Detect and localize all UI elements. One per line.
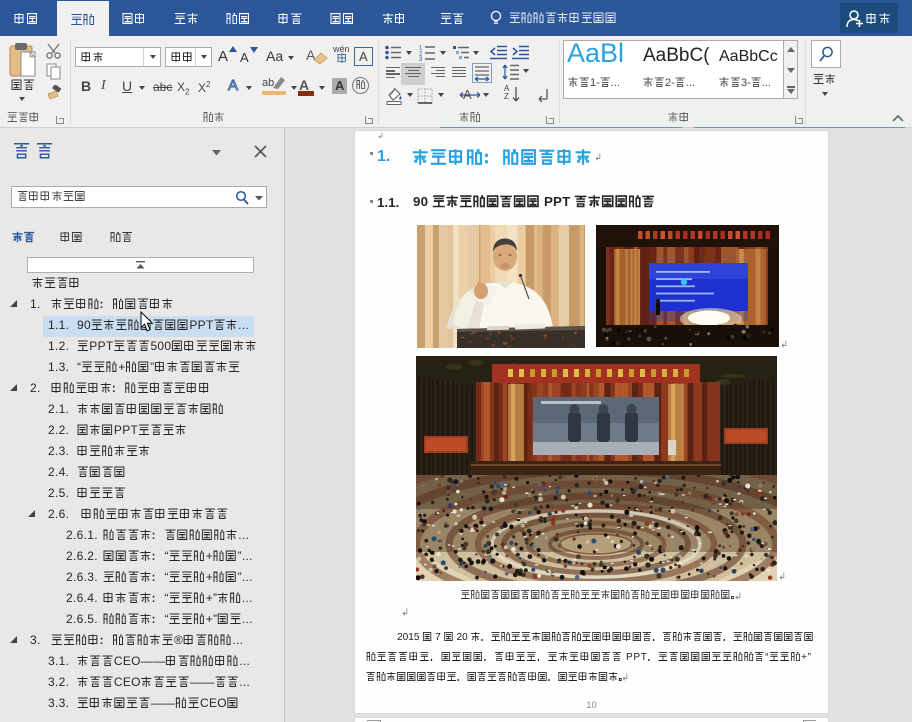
svg-text:3: 3 — [419, 57, 423, 61]
